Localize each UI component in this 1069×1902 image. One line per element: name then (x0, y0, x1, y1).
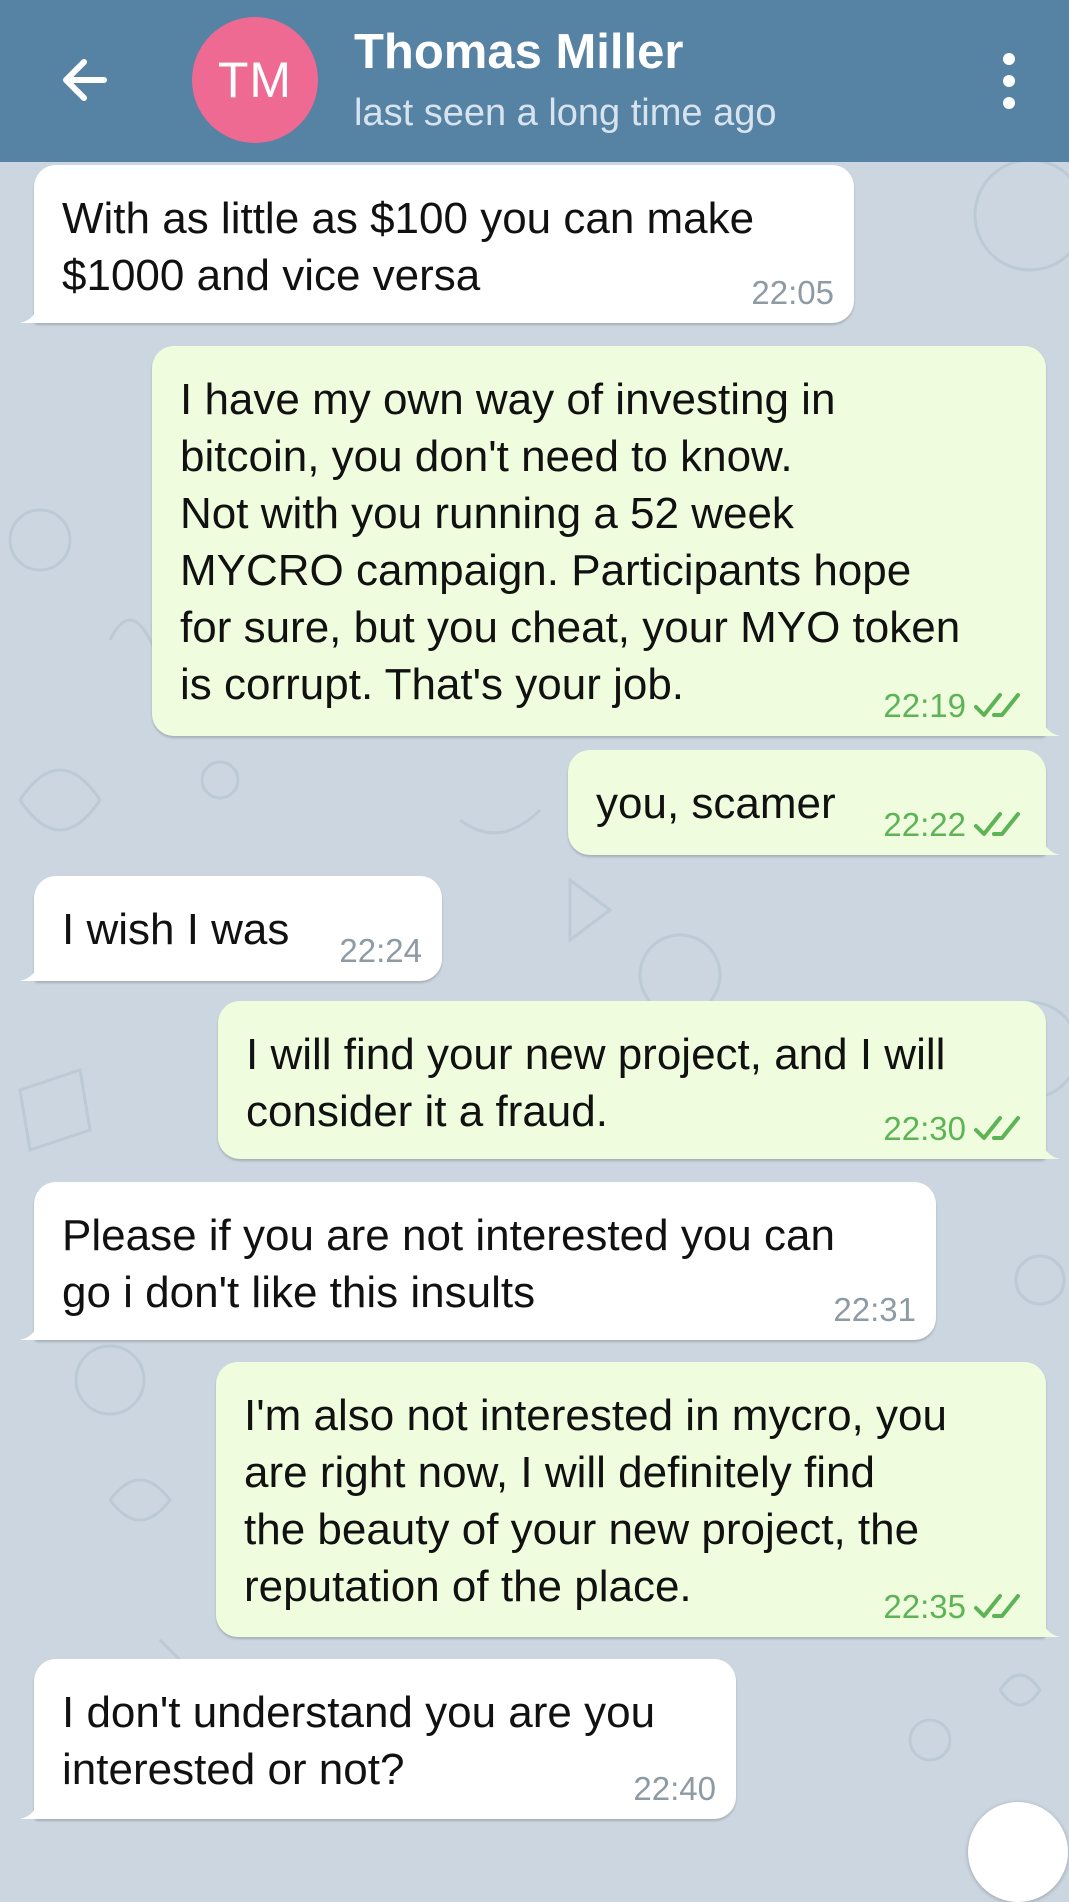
bubble-tail (1040, 829, 1060, 855)
contact-status: last seen a long time ago (354, 92, 777, 134)
message-bubble[interactable]: With as little as $100 you can make $100… (20, 165, 854, 323)
message-bubble[interactable]: I'm also not interested in mycro, you ar… (216, 1362, 1060, 1637)
read-double-check-icon (974, 1116, 1020, 1140)
message-text: I'm also not interested in mycro, you ar… (244, 1391, 947, 1611)
message-text: Please if you are not interested you can… (62, 1211, 835, 1317)
avatar[interactable]: TM (192, 17, 318, 143)
message-bubble[interactable]: you, scamer 22:22 (568, 750, 1060, 855)
message-bubble[interactable]: I don't understand you are you intereste… (20, 1659, 736, 1819)
bubble-tail (20, 297, 40, 323)
read-double-check-icon (974, 812, 1020, 836)
message-bubble[interactable]: Please if you are not interested you can… (20, 1182, 936, 1340)
message-bubble[interactable]: I have my own way of investing in bitcoi… (152, 346, 1060, 736)
message-time: 22:35 (883, 1588, 966, 1625)
bubble-tail (1040, 1133, 1060, 1159)
chat-header: TM Thomas Miller last seen a long time a… (0, 0, 1069, 162)
message-text: With as little as $100 you can make $100… (62, 194, 755, 300)
read-double-check-icon (974, 693, 1020, 717)
back-arrow-icon[interactable] (48, 44, 120, 116)
message-time: 22:05 (751, 274, 834, 311)
message-text: I don't understand you are you intereste… (62, 1688, 656, 1794)
message-bubble[interactable]: I wish I was 22:24 (20, 876, 442, 981)
bubble-tail (1040, 710, 1060, 736)
read-double-check-icon (974, 1594, 1020, 1618)
bubble-tail (20, 1793, 40, 1819)
message-time: 22:19 (883, 687, 966, 724)
message-time: 22:24 (339, 932, 422, 969)
message-time: 22:22 (883, 806, 966, 843)
contact-name[interactable]: Thomas Miller (354, 24, 683, 80)
message-time: 22:31 (833, 1291, 916, 1328)
more-options-icon[interactable] (984, 50, 1034, 112)
message-time: 22:40 (633, 1770, 716, 1807)
bubble-tail (20, 1314, 40, 1340)
message-time: 22:30 (883, 1110, 966, 1147)
message-text: I have my own way of investing in bitcoi… (180, 375, 961, 709)
message-bubble[interactable]: I will find your new project, and I will… (218, 1001, 1060, 1159)
bubble-tail (20, 955, 40, 981)
message-list: With as little as $100 you can make $100… (0, 162, 1069, 1832)
scroll-down-button[interactable] (968, 1802, 1068, 1902)
bubble-tail (1040, 1611, 1060, 1637)
